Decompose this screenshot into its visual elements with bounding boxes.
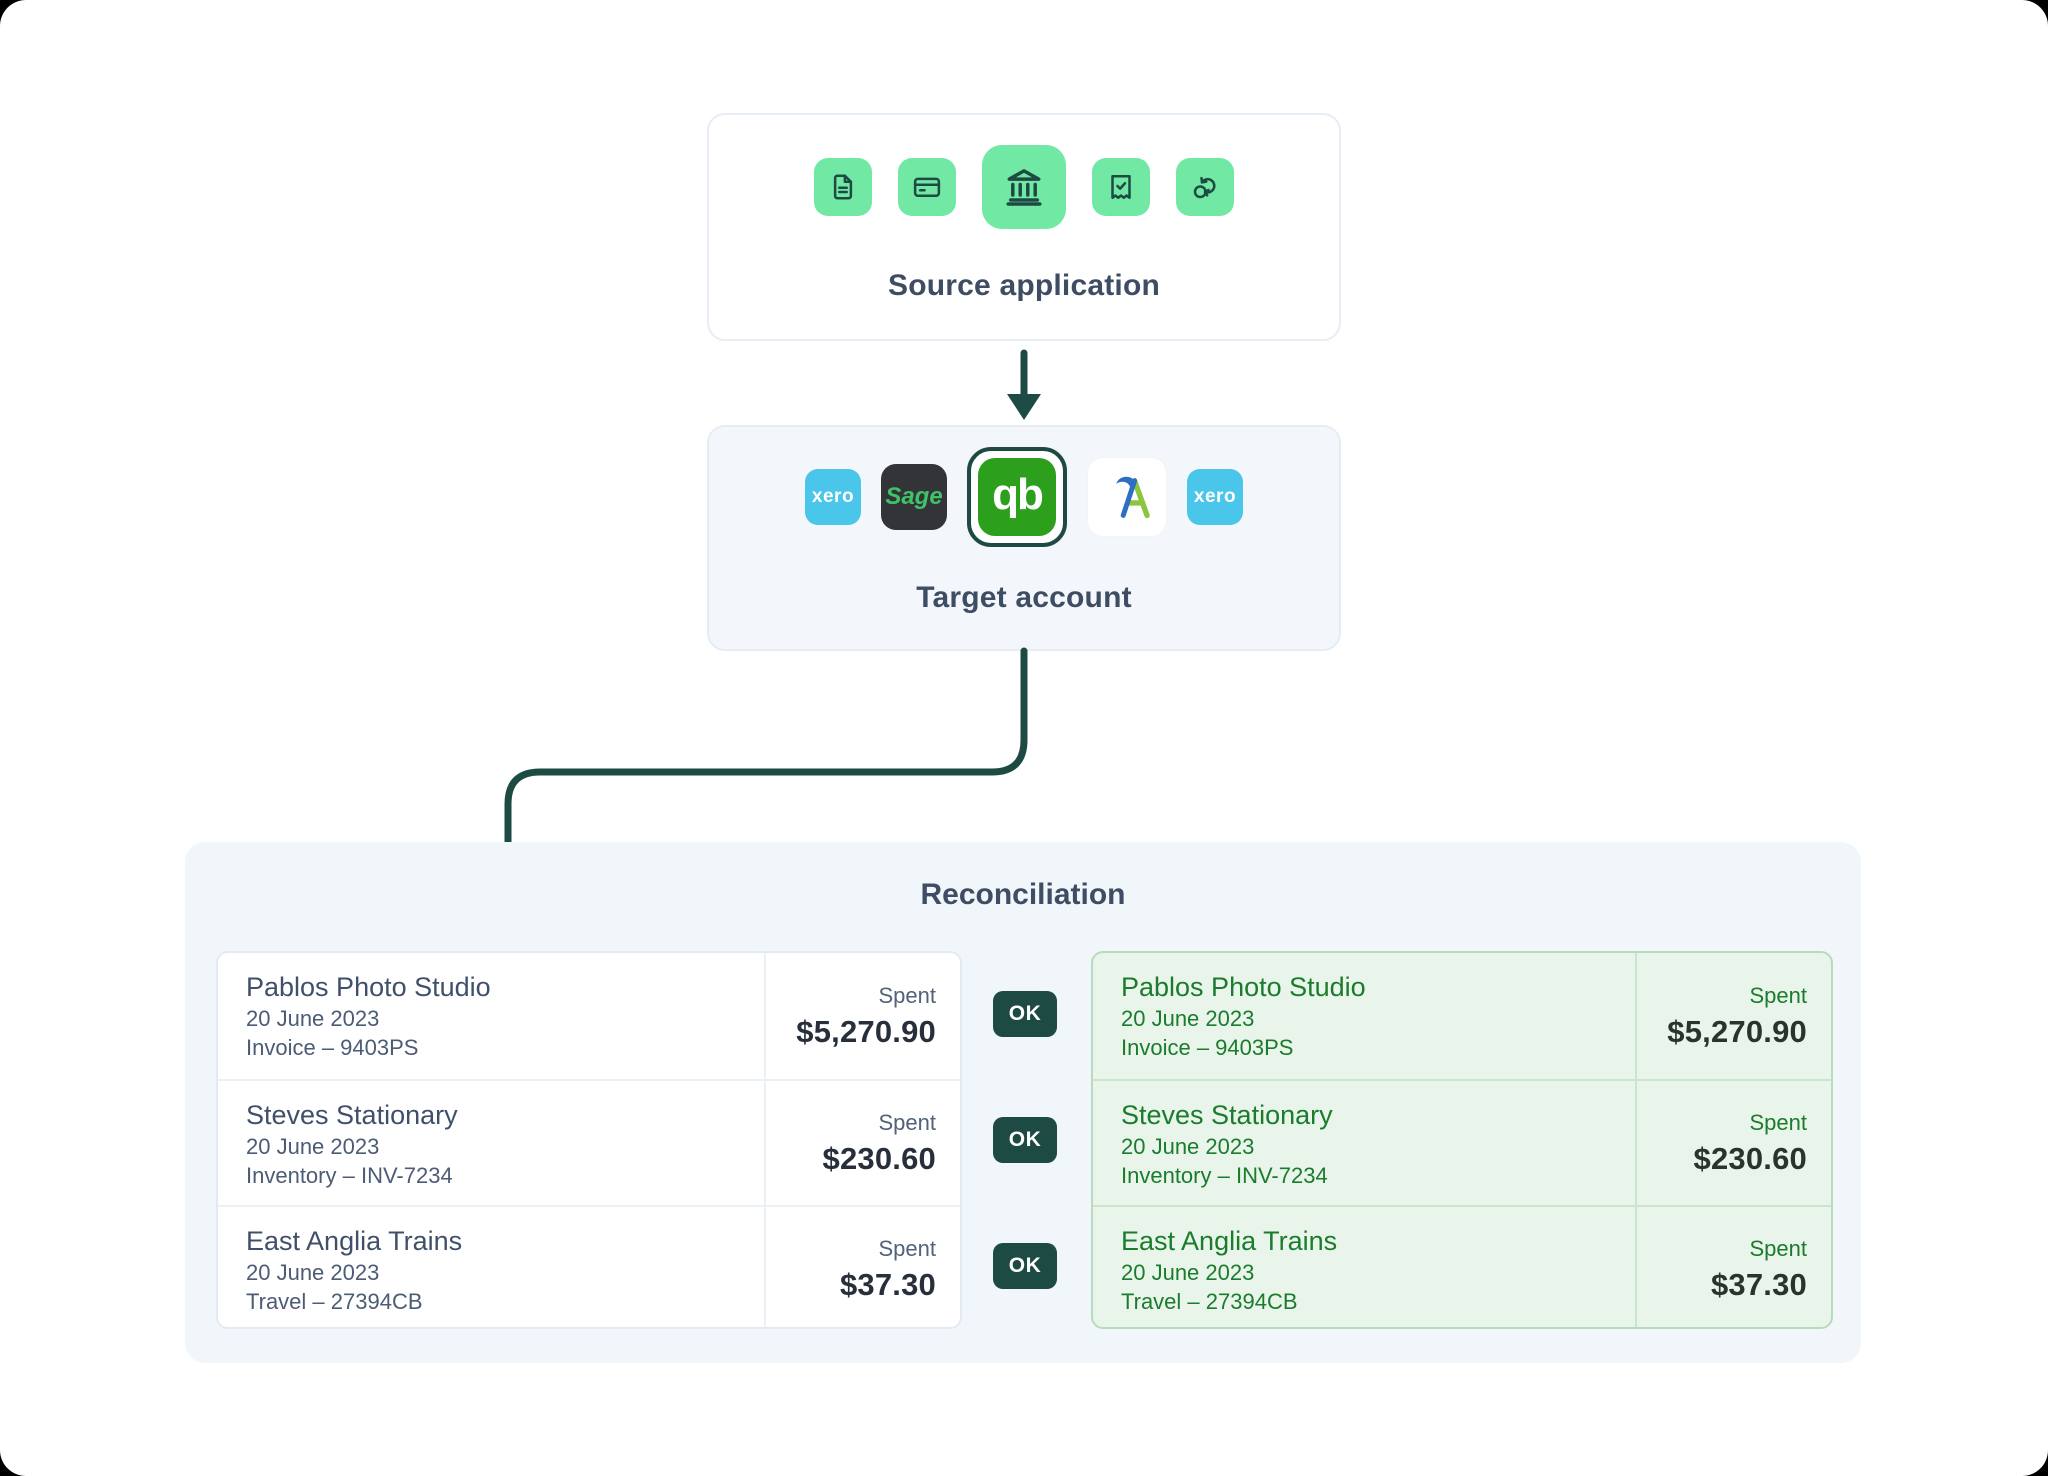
merchant-name: Pablos Photo Studio [246,970,764,1004]
spent-label: Spent [1750,1110,1808,1136]
spent-label: Spent [879,1236,937,1262]
source-application-card: Source application [707,113,1341,341]
transaction-amount-cell: Spent $37.30 [1635,1207,1831,1329]
merchant-name: Pablos Photo Studio [1121,970,1635,1004]
table-row: Steves Stationary 20 June 2023 Inventory… [218,1079,960,1205]
spent-amount: $5,270.90 [1667,1014,1807,1050]
transaction-date: 20 June 2023 [1121,1004,1635,1033]
transaction-date: 20 June 2023 [246,1258,764,1287]
receipt-check-icon [1106,172,1136,202]
reconciliation-title: Reconciliation [185,878,1861,912]
transaction-amount-cell: Spent $5,270.90 [764,953,960,1079]
ok-button[interactable]: OK [993,1117,1057,1163]
document-icon [828,172,858,202]
merchant-name: East Anglia Trains [246,1224,764,1258]
spent-amount: $37.30 [840,1267,936,1303]
transaction-reference: Inventory – INV-7234 [246,1161,764,1190]
transaction-reference: Inventory – INV-7234 [1121,1161,1635,1190]
freeagent-logo[interactable] [1087,457,1167,537]
credit-card-tile[interactable] [898,158,956,216]
spent-label: Spent [1750,1236,1808,1262]
bank-icon [1003,166,1045,208]
spent-amount: $5,270.90 [796,1014,936,1050]
ok-cell: OK [993,1203,1057,1329]
transaction-amount-cell: Spent $37.30 [764,1207,960,1329]
transaction-date: 20 June 2023 [246,1132,764,1161]
merchant-name: Steves Stationary [246,1098,764,1132]
match-status-column: OK OK OK [993,951,1057,1329]
transaction-reference: Travel – 27394CB [1121,1287,1635,1316]
credit-card-icon [912,172,942,202]
transaction-reference: Travel – 27394CB [246,1287,764,1316]
spent-label: Spent [879,1110,937,1136]
receipt-tile[interactable] [1092,158,1150,216]
source-icon-row [814,145,1234,229]
transaction-date: 20 June 2023 [246,1004,764,1033]
reconciliation-panel: Reconciliation Pablos Photo Studio 20 Ju… [185,842,1861,1363]
transaction-amount-cell: Spent $5,270.90 [1635,953,1831,1079]
transaction-date: 20 June 2023 [1121,1132,1635,1161]
xero-logo[interactable]: xero [1187,469,1243,525]
target-card-title: Target account [916,581,1132,615]
sync-icon [1190,172,1220,202]
transaction-reference: Invoice – 9403PS [1121,1033,1635,1062]
transaction-description-cell: East Anglia Trains 20 June 2023 Travel –… [1093,1207,1635,1329]
ok-cell: OK [993,1077,1057,1203]
spent-amount: $230.60 [823,1141,936,1177]
table-row: East Anglia Trains 20 June 2023 Travel –… [1093,1205,1831,1329]
transaction-amount-cell: Spent $230.60 [764,1081,960,1205]
transaction-description-cell: Steves Stationary 20 June 2023 Inventory… [1093,1081,1635,1205]
spent-label: Spent [879,983,937,1009]
quickbooks-logo-selected[interactable]: qb [967,447,1067,547]
merchant-name: Steves Stationary [1121,1098,1635,1132]
bank-tile[interactable] [982,145,1066,229]
spent-label: Spent [1750,983,1808,1009]
quickbooks-logo: qb [978,458,1056,536]
sage-logo[interactable]: Sage [881,464,947,530]
ok-cell: OK [993,951,1057,1077]
xero-logo-label: xero [1194,486,1236,508]
merchant-name: East Anglia Trains [1121,1224,1635,1258]
source-card-title: Source application [888,269,1160,303]
sync-tile[interactable] [1176,158,1234,216]
freeagent-icon [1101,471,1153,523]
target-logo-row: xero Sage qb xero [805,445,1243,549]
transaction-description-cell: East Anglia Trains 20 June 2023 Travel –… [218,1207,764,1329]
ok-button[interactable]: OK [993,1243,1057,1289]
table-row: East Anglia Trains 20 June 2023 Travel –… [218,1205,960,1329]
table-row: Pablos Photo Studio 20 June 2023 Invoice… [218,953,960,1079]
ok-button[interactable]: OK [993,991,1057,1037]
table-row: Steves Stationary 20 June 2023 Inventory… [1093,1079,1831,1205]
target-account-card: xero Sage qb xero Targ [707,425,1341,651]
xero-logo-label: xero [812,486,854,508]
document-tile[interactable] [814,158,872,216]
transaction-date: 20 June 2023 [1121,1258,1635,1287]
table-row: Pablos Photo Studio 20 June 2023 Invoice… [1093,953,1831,1079]
transaction-description-cell: Pablos Photo Studio 20 June 2023 Invoice… [1093,953,1635,1079]
down-arrow [1000,348,1048,424]
source-transactions-table: Pablos Photo Studio 20 June 2023 Invoice… [216,951,962,1329]
transaction-amount-cell: Spent $230.60 [1635,1081,1831,1205]
transaction-reference: Invoice – 9403PS [246,1033,764,1062]
quickbooks-logo-label: qb [992,470,1042,520]
spent-amount: $230.60 [1694,1141,1807,1177]
transaction-description-cell: Steves Stationary 20 June 2023 Inventory… [218,1081,764,1205]
page: Source application xero Sage qb [0,0,2048,1476]
xero-logo[interactable]: xero [805,469,861,525]
sage-logo-label: Sage [885,483,942,511]
spent-amount: $37.30 [1711,1267,1807,1303]
transaction-description-cell: Pablos Photo Studio 20 June 2023 Invoice… [218,953,764,1079]
matched-transactions-table: Pablos Photo Studio 20 June 2023 Invoice… [1091,951,1833,1329]
